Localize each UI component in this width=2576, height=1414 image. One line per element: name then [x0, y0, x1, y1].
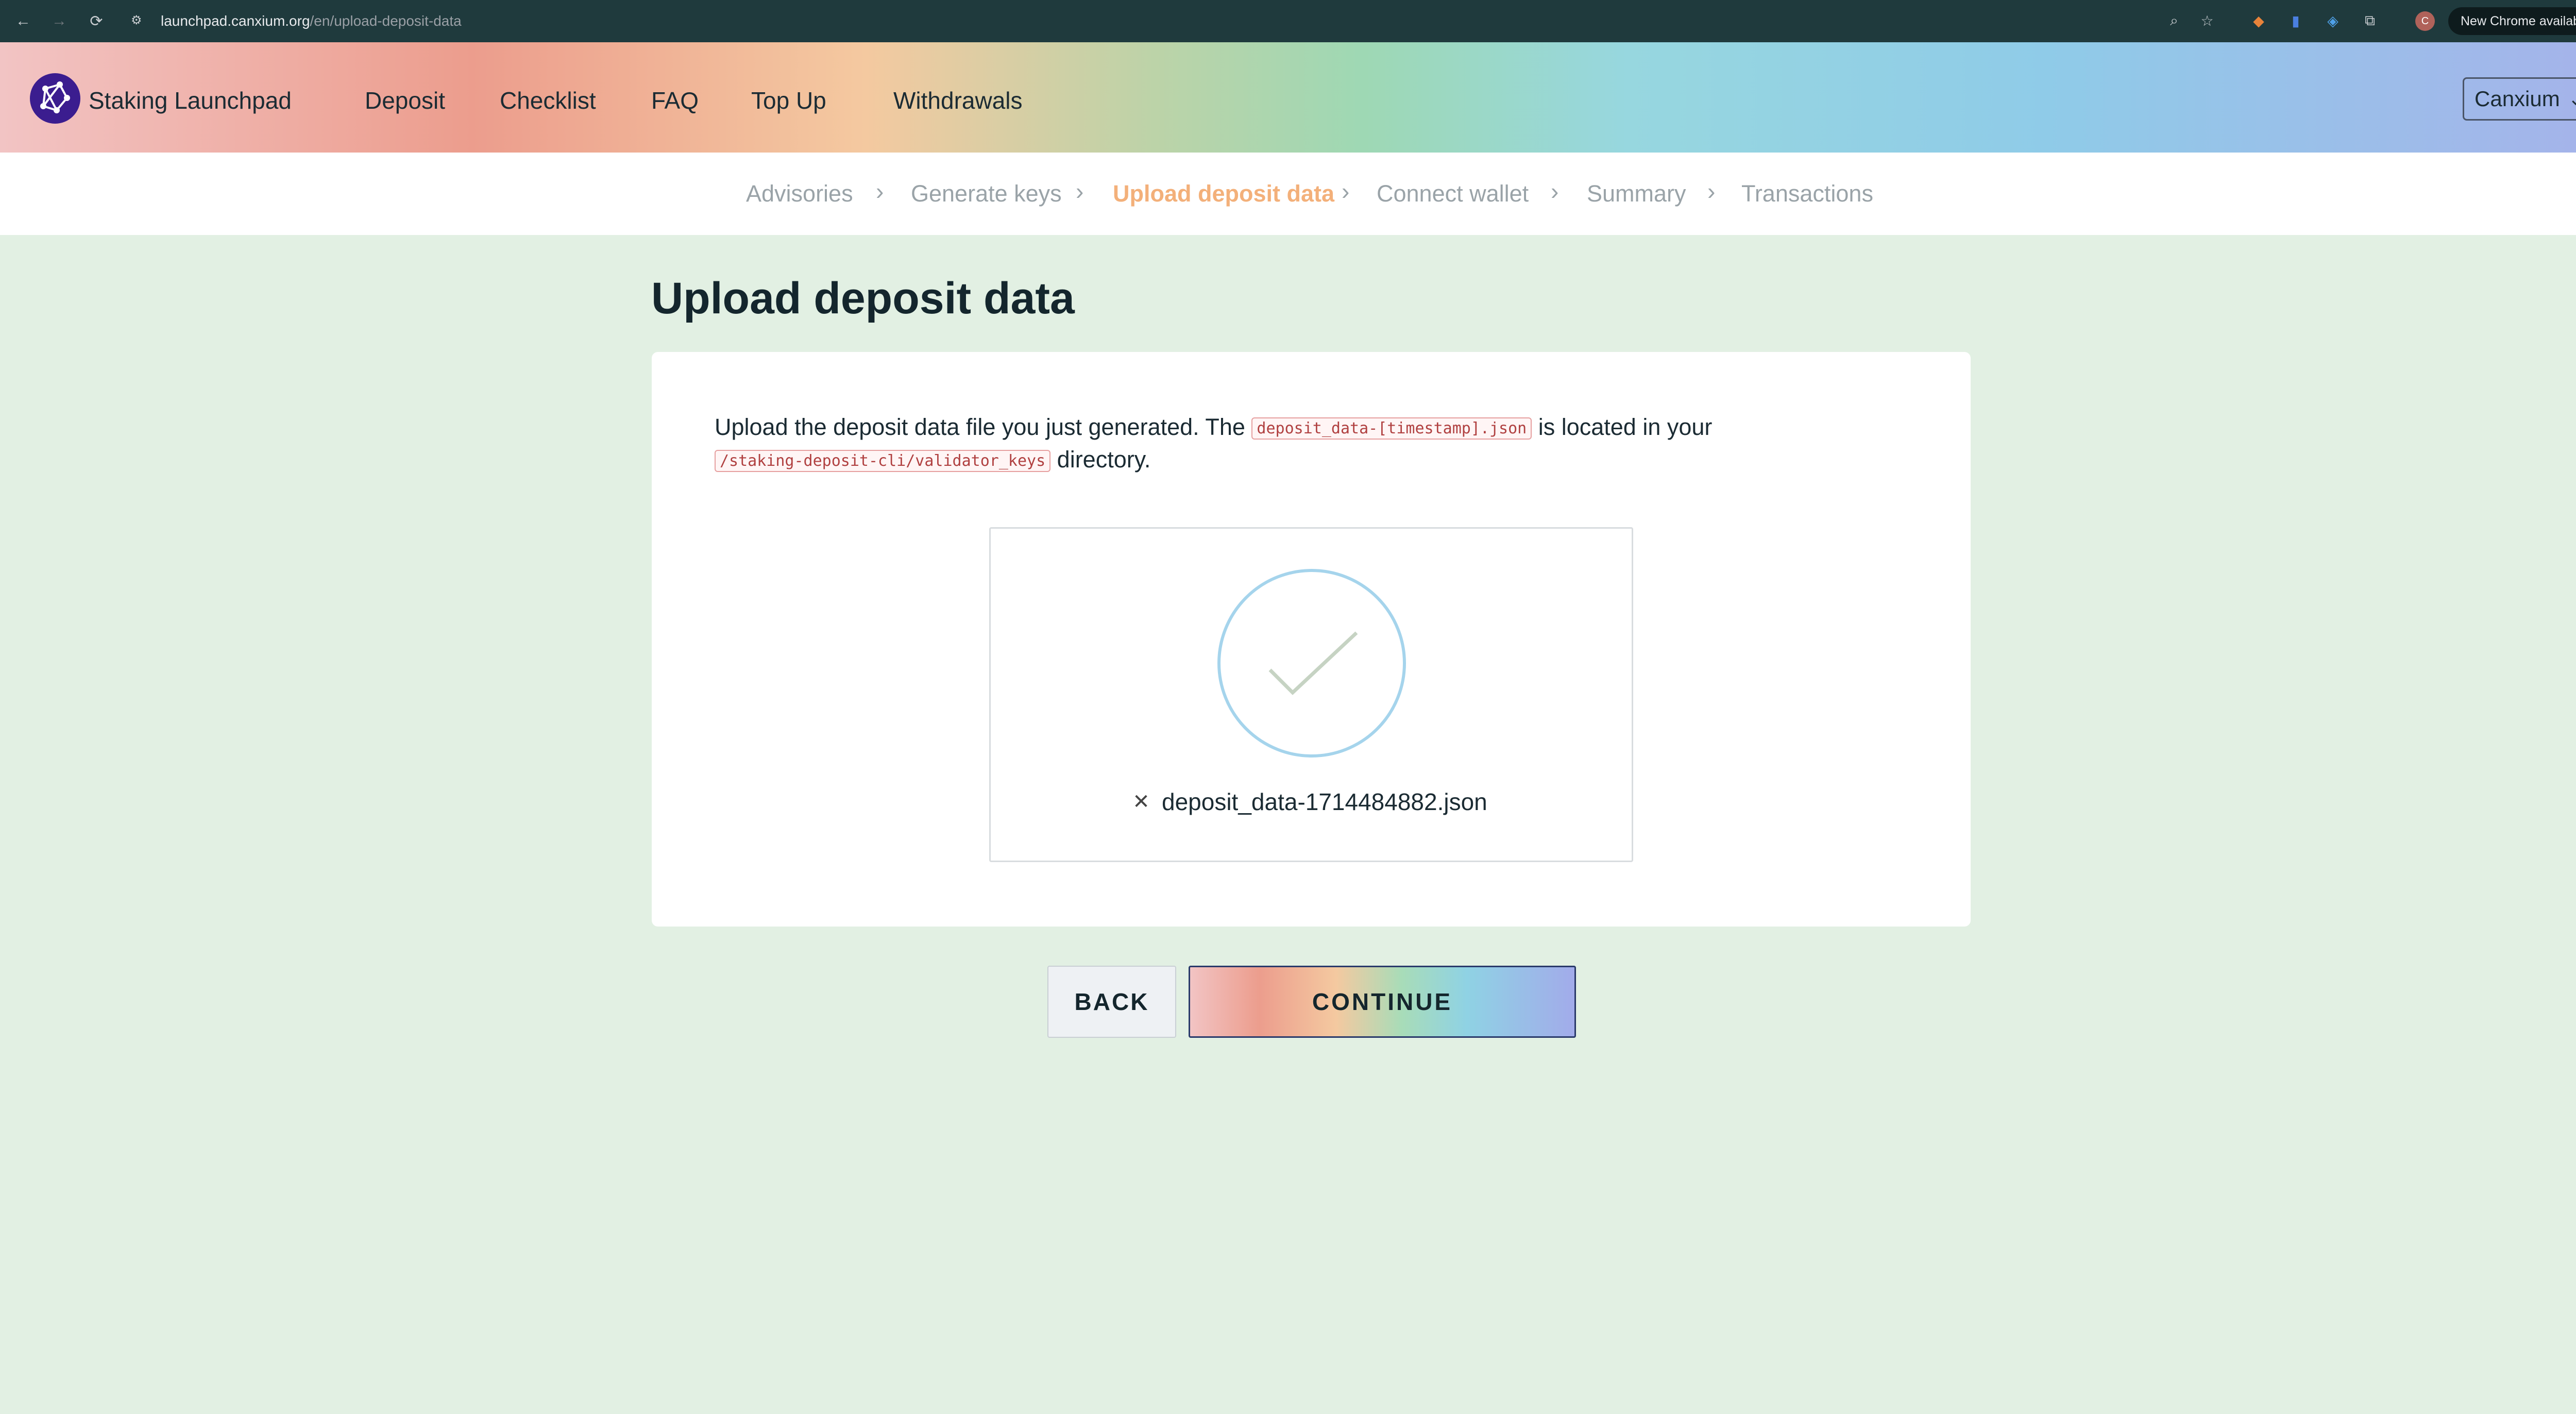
extensions-puzzle-icon[interactable]: ⧉ [2360, 10, 2380, 31]
chevron-right-icon: › [1551, 178, 1559, 205]
chevron-right-icon: › [1342, 178, 1350, 205]
back-arrow-icon[interactable]: ← [11, 9, 35, 33]
progress-stepper: Advisories › Generate keys › Upload depo… [0, 153, 2576, 235]
site-header: Staking Launchpad Deposit Checklist FAQ … [0, 42, 2576, 153]
step-generate-keys: Generate keys [911, 180, 1062, 207]
close-icon[interactable]: ✕ [1130, 790, 1153, 813]
chevron-down-icon: ⌄ [2568, 88, 2576, 109]
back-button[interactable]: BACK [1047, 966, 1176, 1038]
brand-name[interactable]: Staking Launchpad [89, 87, 292, 114]
file-pattern-code: deposit_data-[timestamp].json [1251, 417, 1532, 440]
nav-withdrawals[interactable]: Withdrawals [893, 87, 1023, 114]
uploaded-file-row: ✕ deposit_data-1714484882.json [1130, 786, 1501, 817]
upload-instructions: Upload the deposit data file you just ge… [715, 412, 1848, 477]
step-summary: Summary [1587, 180, 1686, 207]
step-advisories: Advisories [746, 180, 853, 207]
instructions-text-1: Upload the deposit data file you just ge… [715, 414, 1245, 440]
zoom-icon[interactable]: ⌕ [2164, 10, 2184, 31]
chrome-update-button[interactable]: New Chrome available ⋮ [2448, 7, 2576, 35]
network-select[interactable]: Canxium ⌄ [2463, 77, 2576, 121]
profile-avatar[interactable]: C [2415, 11, 2435, 31]
file-dropzone[interactable]: ✕ deposit_data-1714484882.json [989, 527, 1633, 862]
url-path: /en/upload-deposit-data [310, 13, 462, 29]
page-title: Upload deposit data [651, 274, 1075, 323]
metamask-extension-icon[interactable]: ◆ [2248, 10, 2269, 31]
step-transactions: Transactions [1741, 180, 1873, 207]
nav-faq[interactable]: FAQ [651, 87, 699, 114]
nav-deposit[interactable]: Deposit [365, 87, 445, 114]
chevron-right-icon: › [876, 178, 884, 205]
upload-card: Upload the deposit data file you just ge… [652, 352, 1971, 927]
nav-checklist[interactable]: Checklist [500, 87, 596, 114]
extension-icon[interactable]: ▮ [2285, 10, 2306, 31]
network-label: Canxium [2475, 87, 2560, 111]
forward-arrow-icon[interactable]: → [47, 9, 71, 33]
reload-icon[interactable]: ⟳ [84, 9, 108, 33]
uploaded-file-name: deposit_data-1714484882.json [1162, 788, 1487, 815]
instructions-text-2: is located in your [1538, 414, 1713, 440]
chevron-right-icon: › [1707, 178, 1716, 205]
update-label: New Chrome available [2461, 14, 2576, 28]
address-bar[interactable]: launchpad.canxium.org/en/upload-deposit-… [161, 10, 462, 32]
logo-network-graphic [40, 81, 70, 113]
nav-top-up[interactable]: Top Up [751, 87, 826, 114]
url-host: launchpad.canxium.org [161, 13, 310, 29]
upload-success-icon [1217, 569, 1406, 758]
checkmark-icon [1268, 631, 1358, 695]
chevron-right-icon: › [1076, 178, 1084, 205]
bookmark-star-icon[interactable]: ☆ [2197, 10, 2217, 31]
wallet-extension-icon[interactable]: ◈ [2323, 10, 2343, 31]
launchpad-logo-icon[interactable] [30, 73, 80, 124]
directory-code: /staking-deposit-cli/validator_keys [715, 450, 1051, 473]
site-info-icon[interactable]: ⚙ [131, 13, 146, 28]
step-connect-wallet: Connect wallet [1377, 180, 1529, 207]
instructions-text-3: directory. [1057, 446, 1151, 473]
browser-toolbar: ← → ⟳ ⚙ launchpad.canxium.org/en/upload-… [0, 0, 2576, 42]
step-upload-deposit-data: Upload deposit data [1113, 180, 1335, 207]
continue-button[interactable]: CONTINUE [1189, 966, 1576, 1038]
